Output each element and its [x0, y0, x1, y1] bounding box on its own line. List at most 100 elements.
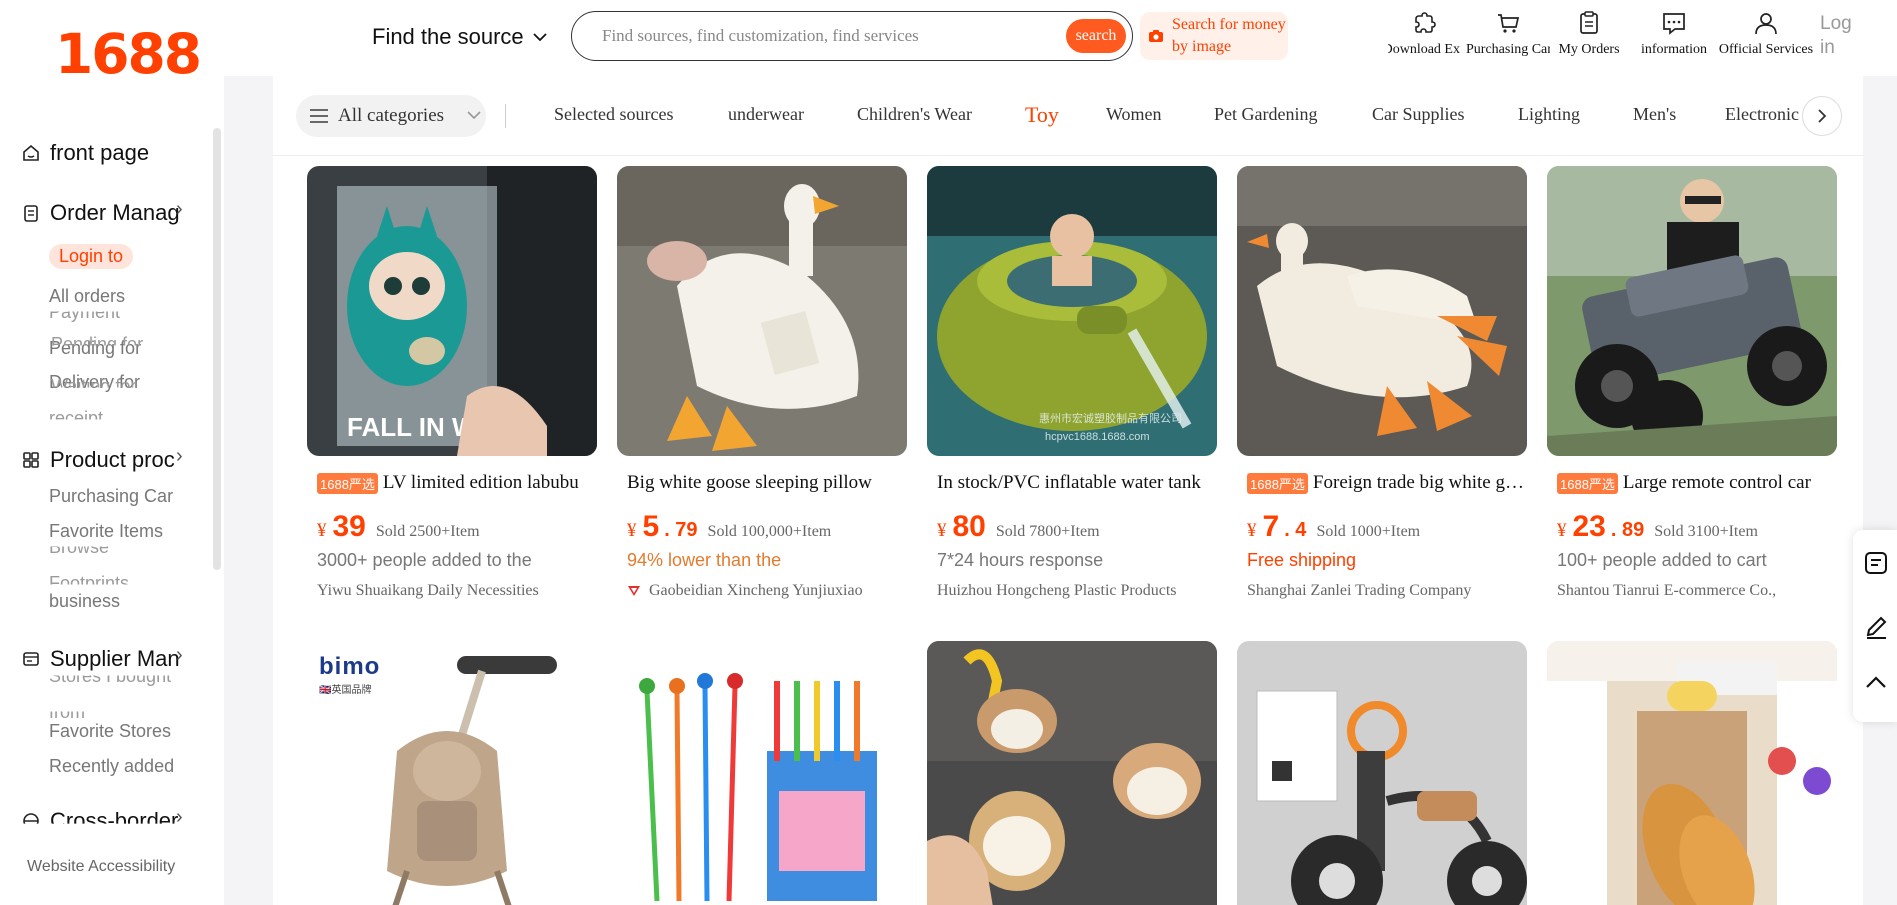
category-next-button[interactable]: [1802, 96, 1842, 136]
information-button[interactable]: information: [1634, 10, 1714, 58]
product-title-text: In stock/PVC inflatable water tank: [937, 472, 1201, 493]
product-card[interactable]: FALL IN WILD 1688严选 LV limited edition l…: [307, 166, 597, 599]
supplier-name[interactable]: Gaobeidian Xincheng Yunjiuxiao: [627, 582, 863, 600]
category-car-supplies[interactable]: Car Supplies: [1372, 104, 1465, 125]
category-underwear[interactable]: underwear: [728, 104, 804, 125]
image-search-label: Search for money by image: [1172, 16, 1286, 55]
all-categories-dropdown[interactable]: All categories: [296, 95, 486, 137]
product-image[interactable]: 惠州市宏诚塑胶制品有限公司 hcpvc1688.1688.com: [927, 166, 1217, 456]
product-card[interactable]: [617, 641, 907, 905]
product-image[interactable]: [1547, 166, 1837, 456]
sub-all-orders[interactable]: All orders: [49, 286, 125, 307]
image-search-button[interactable]: Search for money by image: [1140, 12, 1288, 60]
chevron-right-icon[interactable]: ›: [176, 644, 183, 667]
logo-1688[interactable]: 1688: [55, 22, 202, 86]
back-to-top-icon[interactable]: [1863, 670, 1889, 696]
product-image[interactable]: [1237, 166, 1527, 456]
nav-front-page[interactable]: front page: [22, 140, 192, 166]
product-image[interactable]: FALL IN WILD: [307, 166, 597, 456]
edit-pen-icon[interactable]: [1863, 614, 1889, 640]
chevron-right-icon[interactable]: ›: [176, 445, 183, 468]
product-title[interactable]: 1688严选 Foreign trade big white goose: [1247, 472, 1525, 494]
official-services-button[interactable]: Official Services: [1714, 10, 1818, 58]
feedback-icon[interactable]: [1863, 550, 1889, 576]
find-source-dropdown[interactable]: Find the source: [372, 24, 548, 50]
category-divider: [505, 104, 506, 128]
supplier-name[interactable]: Shanghai Zanlei Trading Company: [1247, 582, 1471, 600]
search-box: search: [571, 11, 1133, 61]
bimo-logo-text: bimo: [319, 652, 381, 680]
login-to-chip[interactable]: Login to: [49, 244, 134, 269]
product-card[interactable]: bimo 🇬🇧英国品牌: [307, 641, 597, 905]
login-link[interactable]: Log in: [1820, 12, 1860, 60]
sub-receipt[interactable]: receipt: [49, 408, 103, 420]
download-extension-button[interactable]: Download Ex: [1388, 10, 1460, 58]
chevron-right-icon[interactable]: ›: [176, 806, 183, 829]
product-title[interactable]: Big white goose sleeping pillow: [627, 472, 905, 494]
category-lighting[interactable]: Lighting: [1518, 104, 1580, 125]
yanxuan-badge: 1688严选: [317, 472, 378, 494]
sub-favorite-items[interactable]: Favorite Items: [49, 521, 163, 542]
supplier-name[interactable]: Shantou Tianrui E-commerce Co.,: [1557, 582, 1776, 600]
product-image[interactable]: bimo 🇬🇧英国品牌: [307, 641, 597, 905]
bimo-logo-sub: 🇬🇧英国品牌: [319, 684, 372, 696]
sub-purchasing-car[interactable]: Purchasing Car: [49, 486, 173, 507]
product-image[interactable]: [1547, 641, 1837, 905]
sub-waiting[interactable]: Waiting for: [51, 376, 136, 388]
supplier-name[interactable]: Huizhou Hongcheng Plastic Products: [937, 582, 1177, 600]
search-input[interactable]: [602, 24, 1022, 48]
chevron-right-icon[interactable]: ›: [176, 198, 183, 221]
product-title[interactable]: 1688严选 Large remote control car: [1557, 472, 1835, 494]
category-women[interactable]: Women: [1106, 104, 1162, 125]
category-pet-gardening[interactable]: Pet Gardening: [1214, 104, 1317, 125]
main-scrollbar[interactable]: [1871, 76, 1883, 905]
purchasing-car-label: Purchasing Car: [1466, 42, 1550, 57]
product-card[interactable]: 1688严选 Foreign trade big white goose ¥ 7…: [1237, 166, 1527, 599]
nav-order-management[interactable]: Order Manag: [22, 200, 192, 226]
product-card[interactable]: [927, 641, 1217, 905]
category-selected-sources[interactable]: Selected sources: [554, 104, 673, 125]
product-title[interactable]: In stock/PVC inflatable water tank: [937, 472, 1215, 494]
price-decimal: . 79: [664, 519, 698, 541]
currency-symbol: ¥: [1557, 520, 1567, 541]
my-orders-button[interactable]: My Orders: [1548, 10, 1630, 58]
supplier-text: Shanghai Zanlei Trading Company: [1247, 582, 1472, 599]
purchasing-car-button[interactable]: Purchasing Car: [1466, 10, 1550, 58]
menu-icon: [310, 109, 328, 123]
product-card[interactable]: 惠州市宏诚塑胶制品有限公司 hcpvc1688.1688.com In stoc…: [927, 166, 1217, 599]
product-image[interactable]: [617, 166, 907, 456]
category-toy[interactable]: Toy: [1025, 102, 1059, 128]
product-title-text: Big white goose sleeping pillow: [627, 472, 872, 493]
product-image[interactable]: [1237, 641, 1527, 905]
sub-business[interactable]: business: [49, 591, 120, 612]
product-image[interactable]: [617, 641, 907, 905]
product-image[interactable]: [927, 641, 1217, 905]
message-icon: [1663, 13, 1685, 35]
price-amount: 80: [952, 510, 986, 543]
bubble-wand-image: [617, 641, 907, 905]
category-electronic[interactable]: Electronic: [1725, 104, 1803, 125]
category-mens[interactable]: Men's: [1633, 104, 1676, 125]
nav-supplier-management[interactable]: Supplier Man: [22, 646, 192, 672]
official-services-label: Official Services: [1718, 42, 1814, 57]
price-row: ¥ 5 . 79 Sold 100,000+Item: [627, 510, 831, 544]
product-card[interactable]: [1547, 641, 1837, 905]
nav-product-procurement[interactable]: Product proc: [22, 447, 192, 473]
orders-icon: [1580, 11, 1598, 34]
nav-cross-border[interactable]: Cross-border: [22, 808, 192, 824]
product-card[interactable]: [1237, 641, 1527, 905]
product-card[interactable]: Big white goose sleeping pillow ¥ 5 . 79…: [617, 166, 907, 599]
globe-icon: [23, 813, 39, 824]
sub-favorite-stores[interactable]: Favorite Stores: [49, 721, 171, 742]
sidebar-scrollbar[interactable]: [213, 128, 221, 570]
sub-from[interactable]: from: [49, 711, 85, 723]
product-title[interactable]: 1688严选 LV limited edition labubu: [317, 472, 595, 494]
supplier-name[interactable]: Yiwu Shuaikang Daily Necessities: [317, 582, 539, 600]
search-button[interactable]: search: [1066, 19, 1126, 53]
product-card[interactable]: 1688严选 Large remote control car ¥ 23 . 8…: [1547, 166, 1837, 599]
price-row: ¥ 7 . 4 Sold 1000+Item: [1247, 510, 1420, 544]
website-accessibility-link[interactable]: Website Accessibility: [27, 858, 175, 876]
sub-recently-added[interactable]: Recently added: [49, 756, 174, 777]
product-title-text: Large remote control car: [1622, 472, 1811, 493]
category-childrens-wear[interactable]: Children's Wear: [857, 104, 972, 125]
